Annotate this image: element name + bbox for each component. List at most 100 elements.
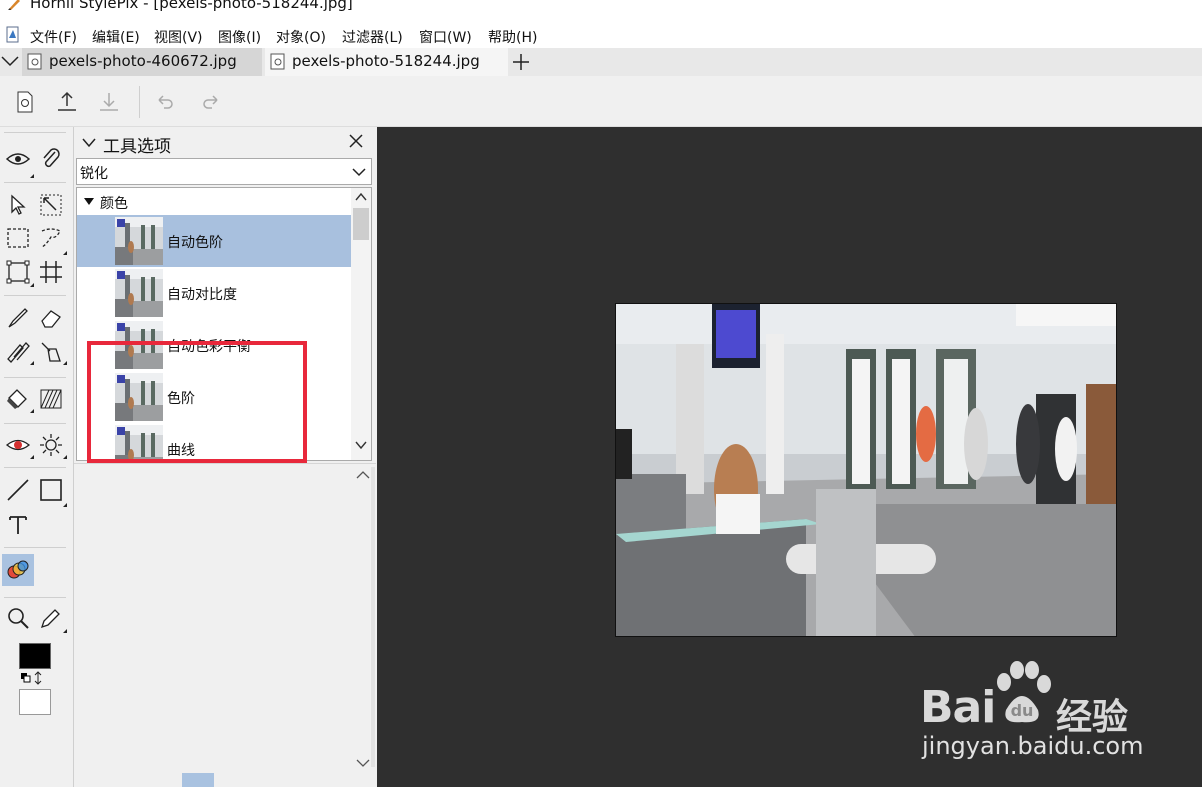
- tool-submenu-indicator: [63, 251, 67, 255]
- tool-divider: [4, 182, 66, 183]
- stamp-brush-icon[interactable]: [38, 339, 64, 365]
- tool-submenu-indicator: [30, 361, 34, 365]
- filter-item-auto-levels[interactable]: 自动色阶: [77, 215, 351, 267]
- line-tool-icon[interactable]: [5, 477, 31, 503]
- brightness-sun-icon[interactable]: [38, 432, 64, 458]
- gradient-pattern-icon[interactable]: [38, 386, 64, 412]
- close-icon[interactable]: [348, 133, 364, 149]
- document-icon[interactable]: [5, 26, 21, 44]
- tool-divider: [4, 467, 66, 468]
- filter-dropdown[interactable]: 锐化: [76, 158, 372, 185]
- paperclip-icon[interactable]: [38, 146, 64, 172]
- expand-triangle-icon: [84, 198, 94, 205]
- tool-submenu-indicator: [30, 455, 34, 459]
- menu-image[interactable]: 图像(I): [218, 27, 261, 47]
- filter-thumbnail: [115, 217, 163, 265]
- background-color-swatch[interactable]: [19, 689, 51, 715]
- image-file-icon: [270, 53, 285, 70]
- text-tool-icon[interactable]: [5, 512, 31, 538]
- swap-colors-icon[interactable]: [20, 671, 44, 685]
- tool-divider: [4, 132, 66, 133]
- window-title: Hornil StylePix - [pexels-photo-518244.j…: [30, 0, 353, 12]
- crop-grid-icon[interactable]: [38, 259, 64, 285]
- scroll-down-icon[interactable]: [355, 440, 367, 450]
- baidu-paw-logo-icon: du: [997, 661, 1051, 723]
- crop-frame-icon[interactable]: [5, 259, 31, 285]
- menu-help[interactable]: 帮助(H): [488, 27, 537, 47]
- tool-divider: [4, 295, 66, 296]
- brush-icon[interactable]: [5, 305, 31, 331]
- watermark-logo: Bai: [920, 682, 996, 733]
- tab-bar: pexels-photo-460672.jpg pexels-photo-518…: [0, 48, 1202, 76]
- tool-submenu-indicator: [63, 503, 67, 507]
- tab-pexels-518244[interactable]: pexels-photo-518244.jpg: [265, 48, 508, 76]
- filter-item-label: 自动对比度: [167, 287, 237, 303]
- undo-icon[interactable]: [153, 90, 177, 114]
- baidu-watermark: du Bai 经验 jingyan.baidu.com: [920, 660, 1150, 770]
- options-scrollbar[interactable]: [371, 467, 375, 767]
- import-download-icon[interactable]: [97, 90, 121, 114]
- tool-submenu-indicator: [30, 283, 34, 287]
- red-eye-icon[interactable]: [5, 432, 31, 458]
- tool-submenu-indicator: [30, 409, 34, 413]
- tab-list-chevron-icon[interactable]: [0, 54, 20, 68]
- menu-window[interactable]: 窗口(W): [419, 27, 472, 47]
- photo-image[interactable]: [615, 303, 1117, 637]
- export-upload-icon[interactable]: [55, 90, 79, 114]
- panel-header: 工具选项: [74, 127, 376, 157]
- active-tool-highlight[interactable]: [2, 554, 34, 586]
- airport-photo: [616, 304, 1116, 636]
- panel-bottom-button[interactable]: [182, 773, 214, 787]
- pointer-arrow-icon[interactable]: [5, 192, 31, 218]
- filter-list-scrollbar[interactable]: [351, 188, 371, 460]
- scroll-up-icon[interactable]: [356, 470, 370, 480]
- rectangle-shape-icon[interactable]: [38, 477, 64, 503]
- tool-divider: [4, 377, 66, 378]
- filter-item-auto-contrast[interactable]: 自动对比度: [77, 267, 351, 319]
- app-brush-icon: [8, 0, 20, 10]
- svg-text:du: du: [1011, 701, 1034, 720]
- filter-options-area: [76, 467, 374, 767]
- tool-divider: [4, 423, 66, 424]
- menu-view[interactable]: 视图(V): [154, 27, 203, 47]
- scroll-down-icon[interactable]: [356, 758, 370, 768]
- chevron-down-icon[interactable]: [81, 135, 97, 149]
- tool-submenu-indicator: [30, 174, 34, 178]
- tab-label: pexels-photo-460672.jpg: [49, 52, 237, 70]
- eye-view-icon[interactable]: [5, 146, 31, 172]
- category-header[interactable]: 颜色: [77, 190, 351, 214]
- redo-icon[interactable]: [199, 90, 223, 114]
- zoom-magnifier-icon[interactable]: [5, 605, 31, 631]
- transform-select-icon[interactable]: [38, 192, 64, 218]
- filter-item-label: 自动色阶: [167, 235, 223, 251]
- new-image-icon[interactable]: [13, 90, 37, 114]
- filter-effects-icon: [7, 560, 29, 579]
- tab-label: pexels-photo-518244.jpg: [292, 52, 480, 70]
- main-toolbar: [0, 76, 1202, 127]
- tab-pexels-460672[interactable]: pexels-photo-460672.jpg: [22, 48, 262, 76]
- new-tab-plus-icon[interactable]: [510, 51, 532, 73]
- rect-select-icon[interactable]: [5, 225, 31, 251]
- tool-submenu-indicator: [63, 361, 67, 365]
- eyedropper-icon[interactable]: [38, 605, 64, 631]
- highlight-box: [87, 341, 307, 463]
- fill-bucket-icon[interactable]: [5, 386, 31, 412]
- tool-palette: [0, 127, 72, 787]
- menu-edit[interactable]: 编辑(E): [92, 27, 140, 47]
- eraser-icon[interactable]: [38, 305, 64, 331]
- menu-filter[interactable]: 过滤器(L): [342, 27, 403, 47]
- filter-thumbnail: [115, 269, 163, 317]
- tool-divider: [4, 547, 66, 548]
- chevron-down-icon: [352, 168, 366, 177]
- tool-divider: [4, 597, 66, 598]
- menu-file[interactable]: 文件(F): [30, 27, 77, 47]
- category-label: 颜色: [100, 196, 128, 212]
- lasso-select-icon[interactable]: [38, 225, 64, 251]
- tool-submenu-indicator: [63, 629, 67, 633]
- clone-stamp-icon[interactable]: [5, 339, 31, 365]
- menu-object[interactable]: 对象(O): [276, 27, 326, 47]
- title-bar: Hornil StylePix - [pexels-photo-518244.j…: [0, 0, 1202, 22]
- scroll-up-icon[interactable]: [355, 192, 367, 202]
- scroll-thumb[interactable]: [353, 208, 369, 240]
- foreground-color-swatch[interactable]: [19, 643, 51, 669]
